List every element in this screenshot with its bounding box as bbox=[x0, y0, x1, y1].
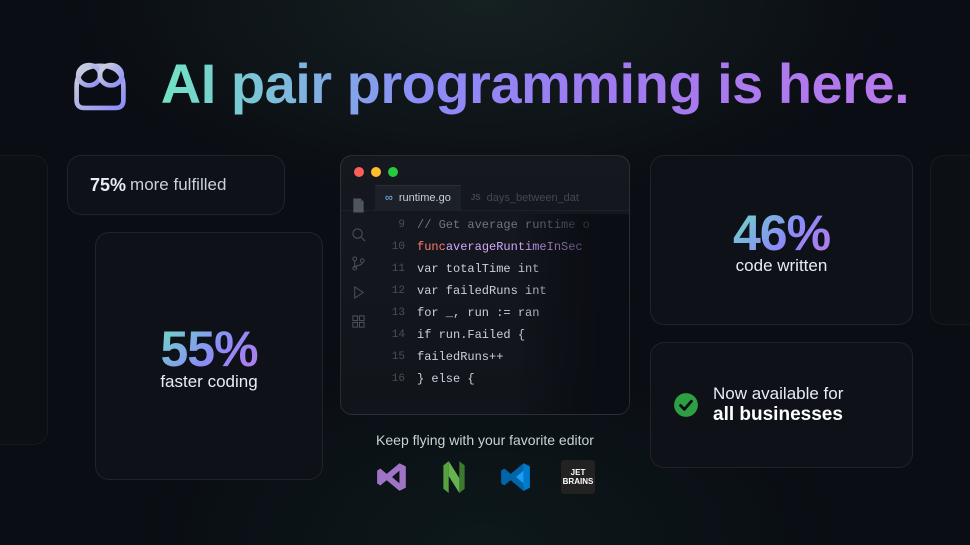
check-icon bbox=[673, 392, 699, 418]
branch-icon bbox=[351, 256, 366, 271]
jetbrains-icon: JET BRAINS bbox=[561, 460, 595, 494]
avail-line1: Now available for bbox=[713, 384, 843, 404]
tab-inactive[interactable]: JS days_between_dat bbox=[461, 185, 589, 210]
tab-active[interactable]: ∞ runtime.go bbox=[375, 185, 461, 210]
search-icon bbox=[351, 227, 366, 242]
tab-label: days_between_dat bbox=[487, 192, 579, 204]
editors-row: JET BRAINS bbox=[340, 460, 630, 494]
extensions-icon bbox=[351, 314, 366, 329]
hero: AI pair programming is here. bbox=[0, 44, 970, 122]
visual-studio-icon bbox=[375, 460, 409, 494]
js-icon: JS bbox=[471, 193, 481, 202]
copilot-icon bbox=[61, 44, 139, 122]
stat-card-fulfilled: 75% more fulfilled bbox=[67, 155, 285, 215]
vscode-icon bbox=[499, 460, 533, 494]
traffic-lights bbox=[341, 156, 629, 185]
go-icon: ∞ bbox=[385, 192, 393, 204]
stat-label: faster coding bbox=[160, 372, 257, 392]
editor-tabs: ∞ runtime.go JS days_between_dat bbox=[341, 185, 629, 211]
stat-label: code written bbox=[736, 256, 828, 276]
close-dot-icon bbox=[354, 167, 364, 177]
avail-line2: all businesses bbox=[713, 404, 843, 426]
stat-pct: 75% bbox=[90, 175, 126, 196]
stat-card-written: 46% code written bbox=[650, 155, 913, 325]
debug-icon bbox=[351, 285, 366, 300]
minimize-dot-icon bbox=[371, 167, 381, 177]
ghost-card-right bbox=[930, 155, 970, 325]
zoom-dot-icon bbox=[388, 167, 398, 177]
stat-card-faster: 55% faster coding bbox=[95, 232, 323, 480]
tab-label: runtime.go bbox=[399, 192, 451, 204]
stat-label: more fulfilled bbox=[130, 175, 226, 195]
files-icon bbox=[351, 198, 366, 213]
code-content: 9// Get average runtime o10func averageR… bbox=[375, 214, 629, 414]
activity-bar bbox=[341, 188, 375, 414]
ghost-card-left bbox=[0, 155, 48, 445]
neovim-icon bbox=[437, 460, 471, 494]
stat-pct: 46% bbox=[733, 204, 830, 262]
code-editor-preview: ∞ runtime.go JS days_between_dat 9// Get… bbox=[340, 155, 630, 415]
availability-card: Now available for all businesses bbox=[650, 342, 913, 468]
hero-title: AI pair programming is here. bbox=[161, 51, 909, 116]
editors-caption: Keep flying with your favorite editor bbox=[340, 432, 630, 448]
stat-pct: 55% bbox=[160, 320, 257, 378]
